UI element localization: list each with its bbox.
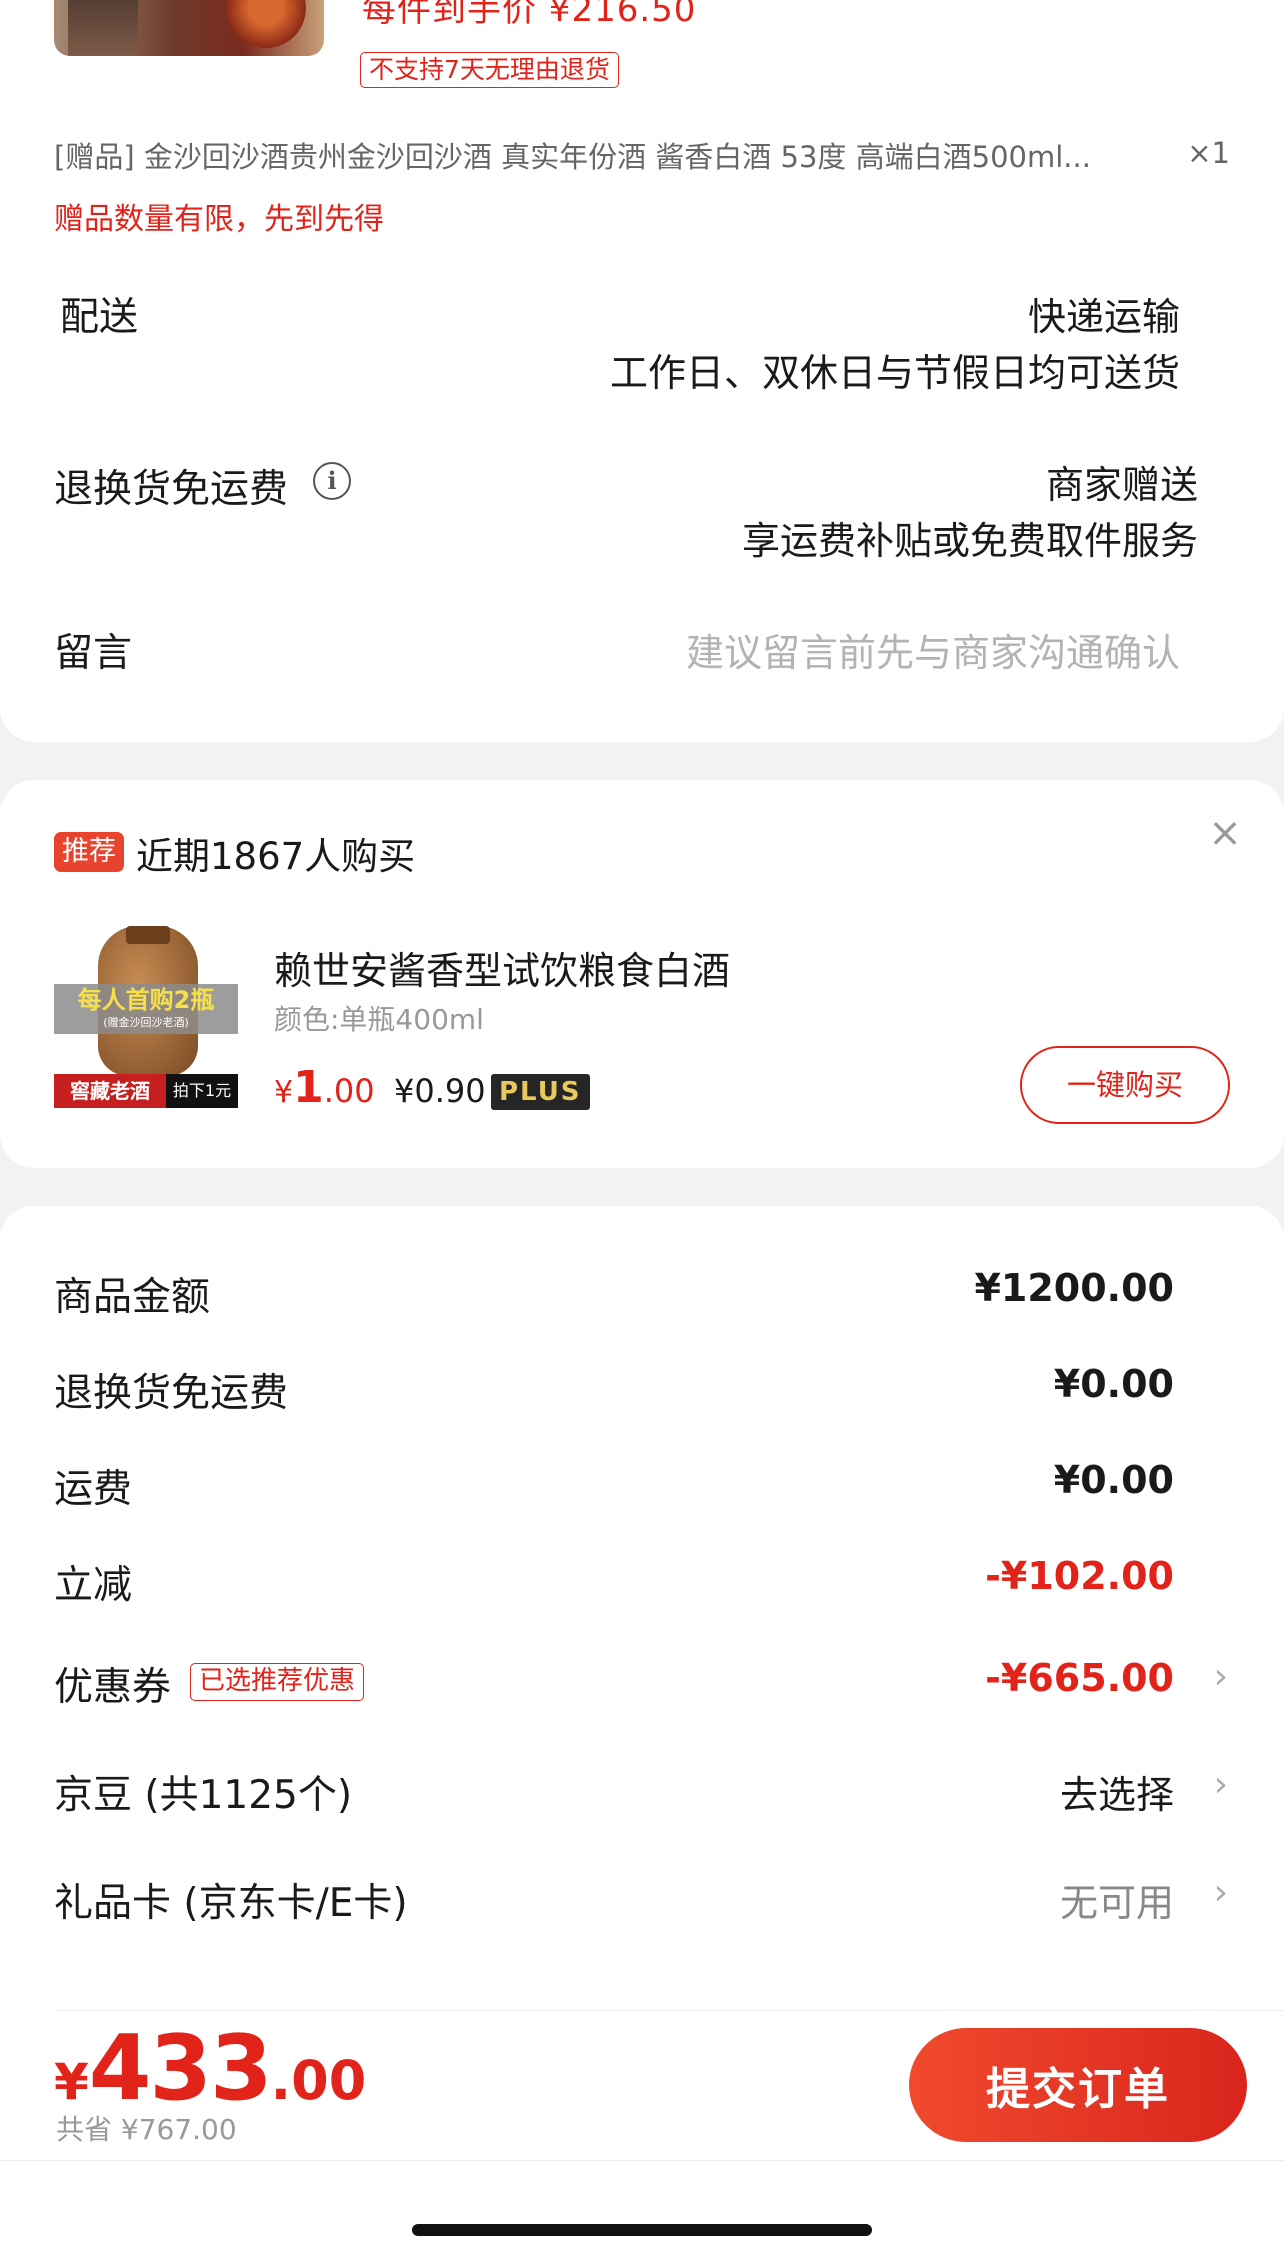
- summary-row-value: ¥0.00: [1053, 1362, 1174, 1406]
- return-shipping-provider: 商家赠送: [1045, 463, 1198, 507]
- delivery-schedule[interactable]: 工作日、双休日与节假日均可送货: [610, 342, 1180, 397]
- recommendation-card: 推荐 近期1867人购买 × 每人首购2瓶 (赠金沙回沙老酒) 窖藏老酒 拍下1…: [0, 780, 1284, 1168]
- total-currency: ¥: [54, 2053, 89, 2111]
- order-total: ¥433.00: [54, 2016, 366, 2121]
- close-icon[interactable]: ×: [1202, 810, 1248, 856]
- remark-label: 留言: [54, 631, 133, 676]
- recommend-plus-price: ¥0.90: [394, 1072, 486, 1110]
- one-click-buy-button[interactable]: 一键购买: [1020, 1046, 1230, 1124]
- image-strip-left: 窖藏老酒: [54, 1074, 166, 1108]
- jug-cap-image: [126, 926, 170, 944]
- coupon-selected-tag: 已选推荐优惠: [190, 1663, 365, 1701]
- recommend-product-name[interactable]: 赖世安酱香型试饮粮食白酒: [274, 940, 730, 995]
- product-seal-image: [226, 0, 306, 48]
- recommend-product-variant: 颜色:单瓶400ml: [274, 1003, 484, 1036]
- return-shipping-label: 退换货免运费: [54, 467, 289, 512]
- remark-input[interactable]: 建议留言前先与商家沟通确认: [686, 622, 1180, 677]
- order-items-card: 每件到手价 ¥216.50 不支持7天无理由退货 [赠品] 金沙回沙酒贵州金沙回…: [0, 0, 1284, 742]
- image-promo-banner-text: 每人首购2瓶: [77, 986, 215, 1014]
- summary-row-value: ¥0.00: [1053, 1458, 1174, 1502]
- image-strip-right: 拍下1元: [166, 1074, 238, 1108]
- coupon-label[interactable]: 优惠券: [54, 1656, 171, 1712]
- gift-card-label[interactable]: 礼品卡 (京东卡/E卡): [54, 1872, 408, 1928]
- summary-row-label: 运费: [54, 1467, 133, 1512]
- summary-row-label: 退换货免运费: [54, 1371, 289, 1416]
- recommend-price-currency: ¥: [274, 1075, 294, 1110]
- delivery-method[interactable]: 快递运输: [1028, 286, 1180, 341]
- gift-limited-note: 赠品数量有限，先到先得: [54, 202, 384, 237]
- summary-row-value: -¥102.00: [985, 1554, 1174, 1598]
- chevron-right-icon[interactable]: ›: [1214, 1764, 1228, 1805]
- order-confirm-page: 每件到手价 ¥216.50 不支持7天无理由退货 [赠品] 金沙回沙酒贵州金沙回…: [0, 0, 1284, 2261]
- total-dec: .00: [270, 2049, 367, 2112]
- summary-row-label: 立减: [54, 1563, 133, 1608]
- product-thumbnail[interactable]: [54, 0, 324, 56]
- total-int: 433: [88, 2016, 273, 2121]
- image-promo-banner-sub: (赠金沙回沙老酒): [103, 1016, 189, 1029]
- summary-row-label: 商品金额: [54, 1275, 211, 1320]
- gift-item-title: [赠品] 金沙回沙酒贵州金沙回沙酒 真实年份酒 酱香白酒 53度 高端白酒500…: [54, 140, 1091, 174]
- recommend-price: ¥1.00: [274, 1062, 375, 1113]
- chevron-right-icon[interactable]: ›: [1214, 1872, 1228, 1913]
- jingdou-value[interactable]: 去选择: [1060, 1764, 1174, 1819]
- submit-order-button[interactable]: 提交订单: [909, 2028, 1247, 2142]
- recommend-tag: 推荐: [54, 832, 124, 872]
- image-promo-strip: 窖藏老酒 拍下1元: [54, 1074, 238, 1108]
- unit-price-line: 每件到手价 ¥216.50: [362, 0, 697, 30]
- recommend-price-dec: .00: [323, 1072, 375, 1110]
- coupon-value[interactable]: -¥665.00: [985, 1656, 1174, 1700]
- info-icon[interactable]: i: [313, 462, 351, 500]
- recommend-title: 近期1867人购买: [136, 835, 416, 878]
- home-indicator[interactable]: [412, 2224, 872, 2236]
- plus-badge: PLUS: [491, 1074, 590, 1110]
- total-saved: 共省 ¥767.00: [56, 2113, 237, 2146]
- no-return-tag: 不支持7天无理由退货: [360, 52, 619, 88]
- delivery-label: 配送: [60, 295, 139, 340]
- chevron-right-icon[interactable]: ›: [1214, 1656, 1228, 1697]
- gift-card-value[interactable]: 无可用: [1060, 1872, 1174, 1927]
- gift-item-quantity: ×1: [1187, 136, 1230, 170]
- jingdou-label[interactable]: 京豆 (共1125个): [54, 1764, 352, 1820]
- return-shipping-desc: 享运费补贴或免费取件服务: [741, 519, 1198, 563]
- summary-row-value: ¥1200.00: [974, 1266, 1174, 1310]
- divider: [0, 2160, 1284, 2161]
- recommend-product-image[interactable]: 每人首购2瓶 (赠金沙回沙老酒) 窖藏老酒 拍下1元: [54, 926, 238, 1110]
- product-bottle-image: [68, 0, 138, 56]
- recommend-price-int: 1: [293, 1062, 324, 1113]
- image-promo-banner: 每人首购2瓶 (赠金沙回沙老酒): [54, 984, 238, 1034]
- divider: [54, 2010, 1284, 2011]
